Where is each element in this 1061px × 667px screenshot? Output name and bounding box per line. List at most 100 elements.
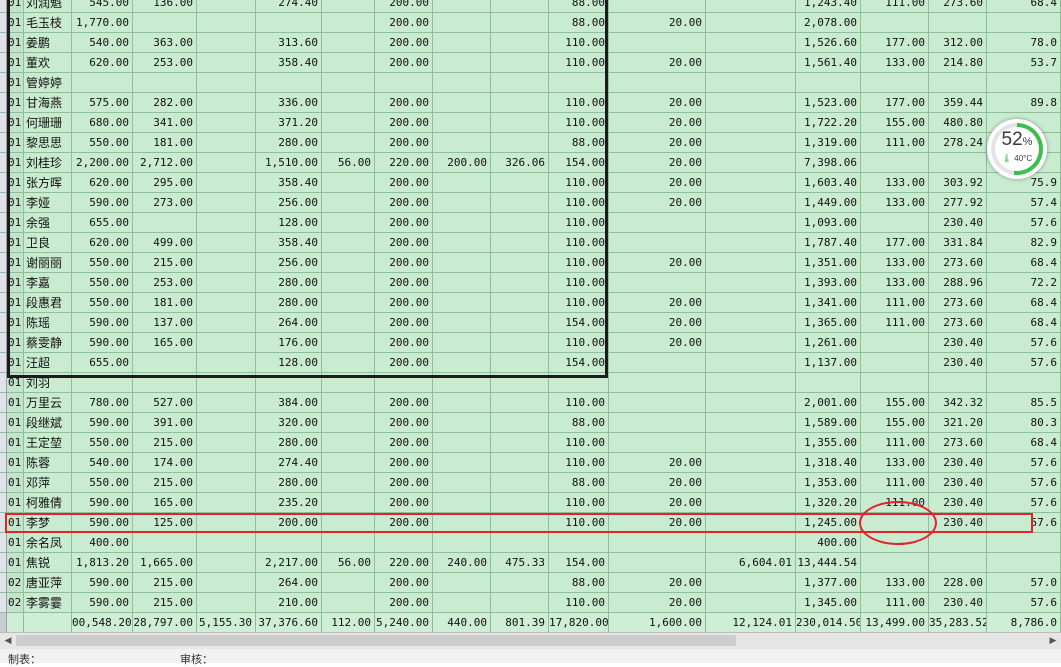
row-selector[interactable] — [0, 593, 7, 613]
cell-c11[interactable] — [706, 473, 796, 493]
cell-c8[interactable] — [491, 33, 549, 53]
cell-c15[interactable]: 57.6 — [987, 453, 1061, 473]
cell-c6[interactable]: 200.00 — [375, 0, 433, 13]
cell-c9[interactable] — [549, 533, 609, 553]
cell-c8[interactable] — [491, 13, 549, 33]
scroll-thumb[interactable] — [16, 635, 736, 646]
cell-c2[interactable] — [133, 533, 197, 553]
cell-c9[interactable]: 110.00 — [549, 53, 609, 73]
cell-code[interactable]: 01 — [7, 433, 24, 453]
cell-c9[interactable]: 110.00 — [549, 173, 609, 193]
cell-c8[interactable] — [491, 93, 549, 113]
cell-c3[interactable] — [197, 193, 256, 213]
cell-c13[interactable]: 177.00 — [861, 93, 929, 113]
cell-c6[interactable]: 200.00 — [375, 593, 433, 613]
cell-c4[interactable]: 264.00 — [256, 313, 322, 333]
cell-c10[interactable]: 20.00 — [609, 113, 706, 133]
cell-c12[interactable]: 1,353.00 — [796, 473, 861, 493]
cell-c12[interactable]: 1,449.00 — [796, 193, 861, 213]
cell-c10[interactable] — [609, 553, 706, 573]
row-selector[interactable] — [0, 13, 7, 33]
cell-c12[interactable]: 1,318.40 — [796, 453, 861, 473]
cell-c13[interactable]: 133.00 — [861, 173, 929, 193]
cell-code[interactable]: 01 — [7, 493, 24, 513]
cell-c15[interactable]: 72.2 — [987, 273, 1061, 293]
cell-c5[interactable] — [322, 53, 375, 73]
cell-c4[interactable]: 264.00 — [256, 573, 322, 593]
cell-c5[interactable] — [322, 13, 375, 33]
cell-c5[interactable] — [322, 233, 375, 253]
cell-c6[interactable]: 200.00 — [375, 333, 433, 353]
cell-c10[interactable]: 20.00 — [609, 173, 706, 193]
cell-c12[interactable]: 2,001.00 — [796, 393, 861, 413]
cell-c5[interactable] — [322, 373, 375, 393]
cell-c2[interactable]: 363.00 — [133, 33, 197, 53]
cell-c2[interactable] — [133, 213, 197, 233]
cell-c15[interactable]: 57.6 — [987, 493, 1061, 513]
cell-c14[interactable]: 230.40 — [929, 493, 987, 513]
cell-c9[interactable]: 88.00 — [549, 473, 609, 493]
cell-c11[interactable] — [706, 273, 796, 293]
cell-c11[interactable] — [706, 93, 796, 113]
cell-c9[interactable]: 154.00 — [549, 313, 609, 333]
cell-c15[interactable]: 57.6 — [987, 333, 1061, 353]
cell-c2[interactable]: 181.00 — [133, 293, 197, 313]
cell-c1[interactable]: 550.00 — [72, 293, 133, 313]
cell-c13[interactable] — [861, 373, 929, 393]
cell-c10[interactable]: 20.00 — [609, 593, 706, 613]
cell-c9[interactable]: 110.00 — [549, 293, 609, 313]
cell-c14[interactable] — [929, 533, 987, 553]
cell-c12[interactable]: 1,523.00 — [796, 93, 861, 113]
cell-c8[interactable] — [491, 453, 549, 473]
cell-c1[interactable]: 590.00 — [72, 193, 133, 213]
cell-name[interactable]: 陈瑶 — [24, 313, 72, 333]
cell-c7[interactable] — [433, 133, 491, 153]
cell-c3[interactable] — [197, 233, 256, 253]
row-selector[interactable] — [0, 333, 7, 353]
cell-c8[interactable] — [491, 273, 549, 293]
cell-name[interactable]: 焦锐 — [24, 553, 72, 573]
cell-c14[interactable]: 273.60 — [929, 0, 987, 13]
row-selector[interactable] — [0, 453, 7, 473]
row-selector[interactable] — [0, 213, 7, 233]
cell-name[interactable]: 李雾霎 — [24, 593, 72, 613]
cell-code[interactable]: 01 — [7, 13, 24, 33]
cell-c3[interactable] — [197, 493, 256, 513]
cell-c11[interactable] — [706, 133, 796, 153]
cell-name[interactable]: 黎思思 — [24, 133, 72, 153]
cell-c3[interactable] — [197, 453, 256, 473]
row-selector[interactable] — [0, 413, 7, 433]
cell-c3[interactable] — [197, 0, 256, 13]
cell-c2[interactable] — [133, 13, 197, 33]
cell-c1[interactable]: 550.00 — [72, 473, 133, 493]
cell-c2[interactable]: 165.00 — [133, 493, 197, 513]
cell-name[interactable]: 卫良 — [24, 233, 72, 253]
cell-c9[interactable] — [549, 373, 609, 393]
cell-c3[interactable] — [197, 33, 256, 53]
cell-c13[interactable]: 111.00 — [861, 313, 929, 333]
cell-c10[interactable] — [609, 433, 706, 453]
cell-code[interactable]: 01 — [7, 513, 24, 533]
cell-c6[interactable]: 200.00 — [375, 473, 433, 493]
cell-c6[interactable]: 200.00 — [375, 173, 433, 193]
cell-c2[interactable]: 181.00 — [133, 133, 197, 153]
cell-c14[interactable]: 230.40 — [929, 333, 987, 353]
cell-c5[interactable] — [322, 313, 375, 333]
row-selector[interactable] — [0, 573, 7, 593]
row-selector[interactable] — [0, 133, 7, 153]
cell-c3[interactable] — [197, 553, 256, 573]
cell-c7[interactable] — [433, 533, 491, 553]
cell-c12[interactable]: 1,320.20 — [796, 493, 861, 513]
cell-c7[interactable]: 440.00 — [433, 613, 491, 633]
cell-c13[interactable]: 13,499.00 — [861, 613, 929, 633]
cell-name[interactable]: 柯雅倩 — [24, 493, 72, 513]
cell-name[interactable]: 汪超 — [24, 353, 72, 373]
cell-c3[interactable] — [197, 93, 256, 113]
cell-c2[interactable]: 165.00 — [133, 333, 197, 353]
cell-c5[interactable] — [322, 493, 375, 513]
cell-name[interactable]: 蔡雯静 — [24, 333, 72, 353]
cell-c11[interactable] — [706, 353, 796, 373]
cell-c4[interactable]: 1,510.00 — [256, 153, 322, 173]
cell-c15[interactable]: 57.0 — [987, 573, 1061, 593]
cell-c6[interactable]: 200.00 — [375, 273, 433, 293]
